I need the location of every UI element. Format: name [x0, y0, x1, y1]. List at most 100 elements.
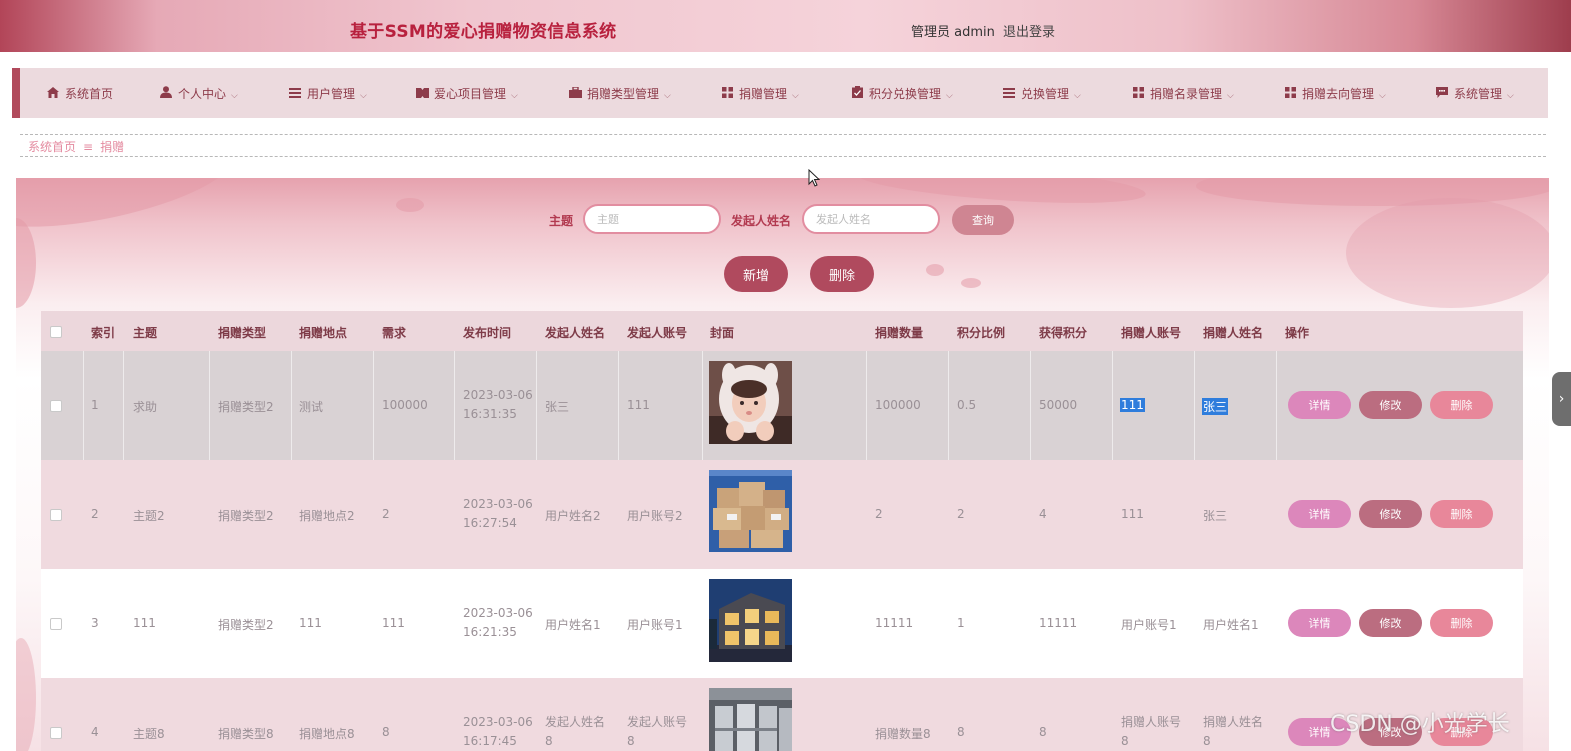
- chevron-right-icon: ›: [1558, 391, 1565, 407]
- nav-label: 系统首页: [65, 87, 114, 101]
- decorative-splash: [396, 198, 424, 212]
- nav-item-user-management[interactable]: 用户管理 ⌵: [289, 85, 367, 102]
- cell-index: 2: [91, 507, 99, 521]
- edit-button[interactable]: 修改: [1359, 500, 1422, 528]
- cell-donor-name: 用户姓名1: [1203, 618, 1259, 632]
- table-header: 索引 主题 捐赠类型 捐赠地点 需求 发布时间 发起人姓名 发起人账号 封面 捐…: [41, 311, 1523, 351]
- initiator-search-input[interactable]: [802, 204, 940, 234]
- nav-item-exchange[interactable]: 兑换管理 ⌵: [1003, 85, 1081, 102]
- cell-initiator-name: 用户姓名1: [545, 618, 601, 632]
- publish-clock: 16:17:45: [463, 734, 517, 748]
- cell-donor-account: 111: [1120, 398, 1145, 412]
- top-header: 基于SSM的爱心捐赠物资信息系统 管理员 admin 退出登录: [0, 0, 1571, 52]
- logout-link[interactable]: 退出登录: [1003, 21, 1055, 40]
- donor-account-line: 8: [1121, 734, 1129, 748]
- cell-ratio: 2: [957, 507, 965, 521]
- bulk-delete-button[interactable]: 删除: [810, 256, 874, 292]
- nav-item-points-exchange[interactable]: 积分兑换管理 ⌵: [851, 85, 953, 102]
- cell-demand: 2: [382, 507, 390, 521]
- nav-item-home[interactable]: 系统首页: [47, 85, 113, 102]
- delete-button[interactable]: 删除: [1430, 391, 1493, 419]
- nav-label: 捐赠类型管理: [587, 87, 660, 101]
- detail-button[interactable]: 详情: [1288, 391, 1351, 419]
- breadcrumb-separator: ≡: [83, 140, 94, 154]
- list-icon: [1003, 87, 1015, 101]
- donor-name-line: 8: [1203, 734, 1211, 748]
- initiator-account-line: 8: [627, 734, 635, 748]
- nav-item-donation[interactable]: 捐赠管理 ⌵: [721, 85, 799, 102]
- cell-place: 测试: [299, 400, 324, 414]
- donor-account-line: 捐赠人账号: [1121, 715, 1182, 729]
- cell-donor-account: 111: [1121, 507, 1144, 521]
- chevron-down-icon: ⌵: [511, 91, 518, 101]
- publish-date: 2023-03-06: [463, 497, 533, 511]
- chevron-down-icon: ⌵: [946, 91, 953, 101]
- cell-quantity: 2: [875, 507, 883, 521]
- delete-button[interactable]: 删除: [1430, 500, 1493, 528]
- publish-clock: 16:27:54: [463, 516, 517, 530]
- nav-label: 捐赠名录管理: [1150, 87, 1223, 101]
- nav-item-donation-directory[interactable]: 捐赠名录管理 ⌵: [1132, 85, 1234, 102]
- add-button[interactable]: 新增: [724, 256, 788, 292]
- nav-item-charity-project[interactable]: 爱心项目管理 ⌵: [416, 85, 518, 102]
- edit-button[interactable]: 修改: [1359, 391, 1422, 419]
- cell-subject: 主题8: [133, 727, 165, 741]
- col-header: 获得积分: [1039, 326, 1088, 340]
- detail-button[interactable]: 详情: [1288, 609, 1351, 637]
- nav-item-personal-center[interactable]: 个人中心 ⌵: [160, 85, 238, 102]
- col-header: 发起人姓名: [545, 326, 606, 340]
- user-icon: [160, 86, 172, 101]
- chevron-down-icon: ⌵: [231, 91, 238, 101]
- cell-initiator-name: 张三: [545, 400, 570, 414]
- initiator-search-label: 发起人姓名: [731, 214, 792, 228]
- initiator-name-line: 发起人姓名: [545, 715, 606, 729]
- col-header: 发起人账号: [627, 326, 688, 340]
- nav-label: 捐赠去向管理: [1302, 87, 1375, 101]
- nav-item-donation-type[interactable]: 捐赠类型管理 ⌵: [569, 85, 671, 102]
- grid-icon: [1284, 87, 1296, 101]
- publish-clock: 16:31:35: [463, 407, 517, 421]
- cell-initiator-account: 发起人账号 8: [627, 713, 687, 751]
- divider: [20, 134, 1546, 135]
- col-header: 积分比例: [957, 326, 1006, 340]
- query-button[interactable]: 查询: [952, 205, 1014, 235]
- cell-points: 11111: [1039, 616, 1078, 630]
- watermark: CSDN @小光学长: [1330, 712, 1510, 737]
- publish-date: 2023-03-06: [463, 388, 533, 402]
- briefcase-icon: [569, 86, 582, 101]
- grid-icon: [721, 87, 733, 101]
- cell-place: 捐赠地点8: [299, 727, 355, 741]
- ticket-icon: [416, 87, 429, 101]
- nav-item-donation-destination[interactable]: 捐赠去向管理 ⌵: [1284, 85, 1386, 102]
- divider: [20, 156, 1546, 157]
- chat-icon: [1436, 87, 1448, 101]
- select-all-checkbox[interactable]: [50, 326, 62, 338]
- decorative-splash: [16, 178, 241, 245]
- breadcrumb-home[interactable]: 系统首页: [28, 140, 76, 154]
- cell-ratio: 0.5: [957, 398, 977, 412]
- edit-button[interactable]: 修改: [1359, 609, 1422, 637]
- cell-publish-time: 2023-03-06 16:17:45: [463, 713, 533, 751]
- subject-search-input[interactable]: [583, 204, 721, 234]
- row-checkbox[interactable]: [50, 509, 62, 521]
- donor-name-line: 捐赠人姓名: [1203, 715, 1264, 729]
- home-icon: [47, 87, 59, 101]
- row-checkbox[interactable]: [50, 618, 62, 630]
- main-panel: 主题 发起人姓名 查询 新增 删除 索引 主题 捐赠类型 捐赠地点 需求 发布时…: [16, 178, 1549, 751]
- publish-date: 2023-03-06: [463, 715, 533, 729]
- cell-index: 3: [91, 616, 99, 630]
- cell-place: 111: [299, 616, 322, 630]
- row-checkbox[interactable]: [50, 400, 62, 412]
- table-row: 1 求助 捐赠类型2 测试 100000 2023-03-06 16:31:35 …: [41, 351, 1523, 460]
- detail-button[interactable]: 详情: [1288, 500, 1351, 528]
- side-panel-toggle[interactable]: ›: [1552, 372, 1571, 426]
- nav-item-system-management[interactable]: 系统管理 ⌵: [1436, 85, 1514, 102]
- cell-quantity: 100000: [875, 398, 921, 412]
- cell-donor-account: 用户账号1: [1121, 618, 1177, 632]
- list-icon: [289, 87, 301, 101]
- cell-ratio: 1: [957, 616, 965, 630]
- cell-subject: 求助: [133, 400, 158, 414]
- row-checkbox[interactable]: [50, 727, 62, 739]
- col-header: 操作: [1285, 326, 1310, 340]
- delete-button[interactable]: 删除: [1430, 609, 1493, 637]
